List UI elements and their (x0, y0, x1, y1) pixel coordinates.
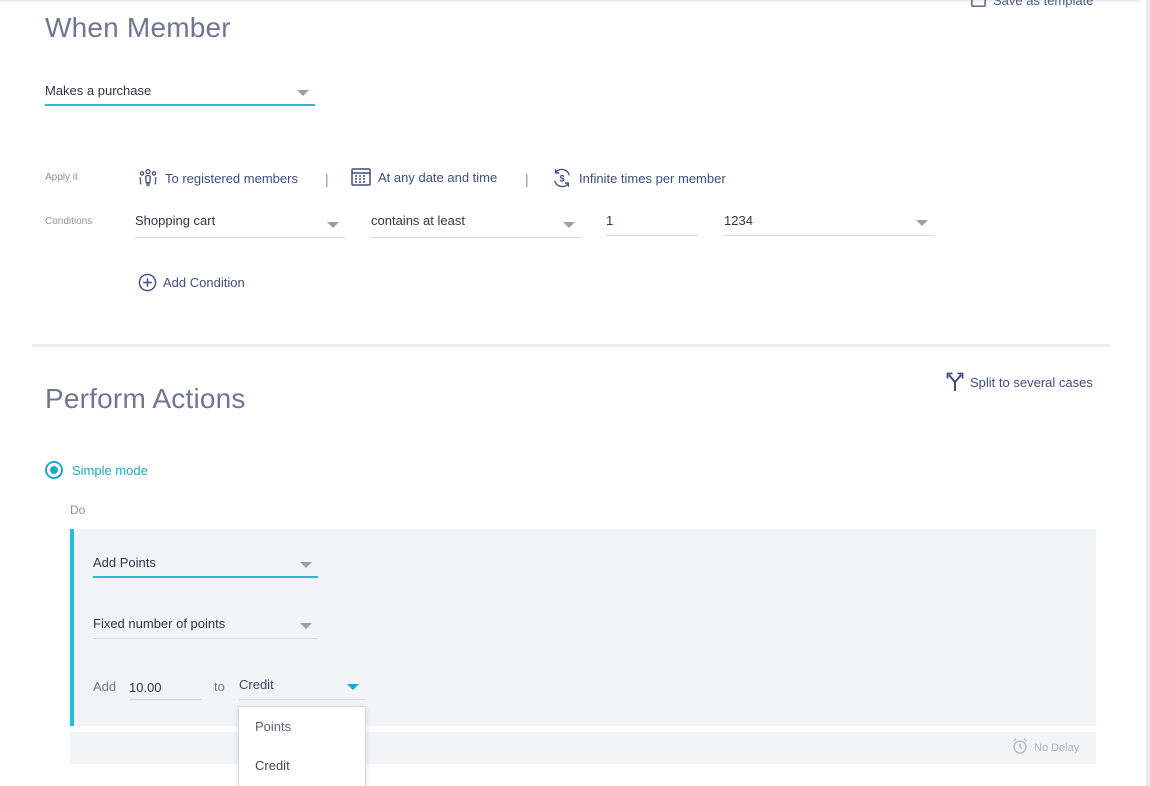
separator: | (525, 171, 529, 187)
apply-registered-members[interactable]: To registered members (137, 167, 298, 189)
do-label: Do (70, 503, 86, 517)
budget-dropdown-menu: Points Credit (238, 706, 366, 786)
action-type-select[interactable]: Add Points (93, 548, 318, 578)
apply-date-time-label: At any date and time (378, 169, 498, 185)
condition-quantity-input[interactable]: 1 (606, 206, 698, 236)
chevron-down-icon (300, 623, 312, 629)
radio-selected-icon (45, 461, 63, 479)
add-condition-button[interactable]: Add Condition (138, 273, 245, 292)
condition-operator-select[interactable]: contains at least (371, 206, 581, 238)
condition-field-select[interactable]: Shopping cart (135, 206, 345, 238)
split-icon (946, 372, 964, 391)
add-condition-label: Add Condition (163, 275, 245, 290)
points-type-value: Fixed number of points (93, 616, 226, 631)
trigger-select-value: Makes a purchase (45, 83, 152, 98)
chevron-down-icon (347, 684, 359, 690)
points-type-select[interactable]: Fixed number of points (93, 609, 318, 639)
apply-it-label: Apply it (45, 172, 78, 183)
dropdown-option-points[interactable]: Points (255, 719, 291, 734)
apply-infinite-times[interactable]: $ Infinite times per member (551, 167, 726, 189)
chevron-down-icon (916, 220, 928, 226)
svg-text:$: $ (559, 174, 564, 184)
calendar-icon (351, 168, 371, 186)
split-cases-label: Split to several cases (970, 374, 1093, 390)
save-template-icon (971, 0, 986, 7)
when-member-title: When Member (45, 12, 231, 43)
chevron-down-icon (563, 222, 575, 228)
plus-circle-icon (138, 273, 157, 292)
alarm-clock-icon (1013, 738, 1027, 754)
chevron-down-icon (297, 90, 309, 96)
trigger-select[interactable]: Makes a purchase (45, 76, 315, 106)
section-divider (32, 344, 1110, 347)
dropdown-option-credit[interactable]: Credit (255, 758, 290, 773)
split-cases-button[interactable]: Split to several cases (946, 372, 1093, 392)
save-as-template-button[interactable]: Save as template (970, 0, 1093, 9)
condition-quantity-value: 1 (606, 213, 614, 228)
chevron-down-icon (300, 562, 312, 568)
delay-label: No Delay (1034, 742, 1080, 754)
add-label: Add (93, 679, 117, 694)
condition-item-select[interactable]: 1234 (724, 206, 934, 236)
chevron-down-icon (327, 222, 339, 228)
simple-mode-label: Simple mode (72, 462, 148, 478)
apply-infinite-times-label: Infinite times per member (579, 170, 726, 186)
to-label: to (214, 679, 225, 694)
amount-input[interactable]: 10.00 (129, 674, 201, 700)
action-type-value: Add Points (93, 555, 156, 570)
delay-bar (70, 732, 1096, 764)
budget-type-select[interactable]: Credit (239, 670, 365, 700)
budget-type-value: Credit (239, 677, 274, 692)
perform-actions-title: Perform Actions (45, 383, 246, 414)
top-shadow (0, 0, 1140, 3)
conditions-label: Conditions (45, 216, 93, 227)
delay-button[interactable]: No Delay (1011, 737, 1079, 755)
save-as-template-label: Save as template (993, 0, 1094, 8)
members-icon (139, 168, 157, 187)
repeat-dollar-icon: $ (554, 168, 570, 188)
scroll-edge (1146, 0, 1150, 786)
apply-date-time[interactable]: At any date and time (350, 166, 497, 188)
separator: | (325, 171, 329, 187)
condition-item-value: 1234 (724, 213, 753, 228)
condition-field-value: Shopping cart (135, 213, 216, 228)
apply-registered-members-label: To registered members (165, 170, 298, 186)
condition-operator-value: contains at least (371, 213, 465, 228)
simple-mode-radio[interactable]: Simple mode (45, 461, 148, 479)
